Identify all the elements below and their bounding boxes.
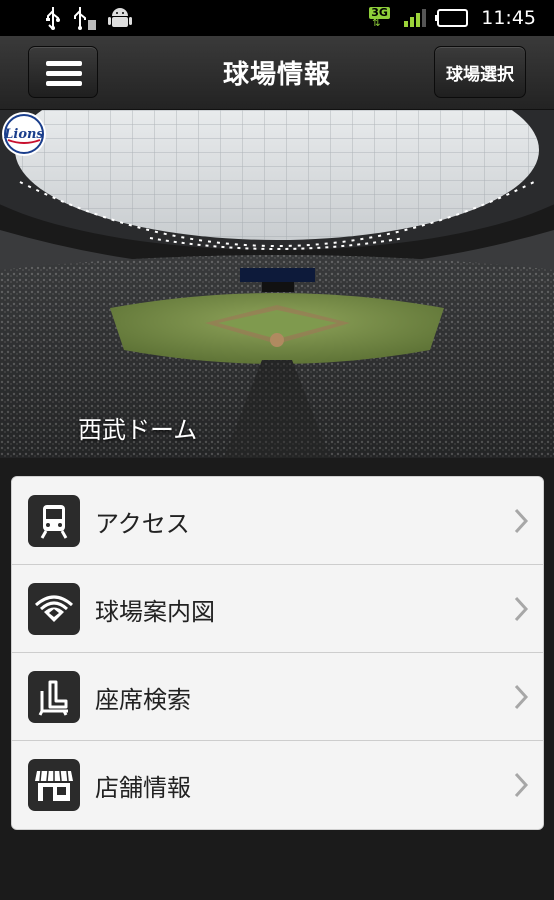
notification-icons <box>44 4 132 32</box>
stadium-menu-list: アクセス 球場案内図 座席検索 店舗情報 <box>11 476 544 830</box>
chevron-right-icon <box>514 684 529 710</box>
stadium-illustration <box>0 110 554 458</box>
status-bar: 3G ⇅ 11:45 <box>0 0 554 36</box>
seat-icon <box>28 671 80 723</box>
chevron-right-icon <box>514 596 529 622</box>
chevron-right-icon <box>514 508 529 534</box>
stadium-name: 西武ドーム <box>78 416 198 444</box>
network-3g-icon: 3G ⇅ <box>369 6 390 29</box>
list-item-label: 球場案内図 <box>95 598 215 626</box>
clock: 11:45 <box>481 7 536 29</box>
stadium-photo: Lions 西武ドーム <box>0 110 554 458</box>
usb-debug-icon <box>74 7 96 30</box>
battery-icon <box>435 9 469 27</box>
list-item-seat-search[interactable]: 座席検索 <box>12 653 543 741</box>
app-header: 球場情報 球場選択 <box>0 36 554 110</box>
system-icons: 3G ⇅ 11:45 <box>369 3 536 33</box>
list-item-access[interactable]: アクセス <box>12 477 543 565</box>
list-item-stadium-map[interactable]: 球場案内図 <box>12 565 543 653</box>
stadium-select-button[interactable]: 球場選択 <box>434 46 526 98</box>
list-item-label: 座席検索 <box>95 686 191 714</box>
list-item-shop-info[interactable]: 店舗情報 <box>12 741 543 829</box>
lions-logo-icon: Lions <box>2 112 46 156</box>
list-item-label: アクセス <box>95 510 190 538</box>
android-icon <box>108 8 132 27</box>
train-icon <box>28 495 80 547</box>
chevron-right-icon <box>514 772 529 798</box>
signal-icon <box>404 9 427 27</box>
stadium-map-icon <box>28 583 80 635</box>
usb-icon <box>46 7 60 30</box>
shop-icon <box>28 759 80 811</box>
list-item-label: 店舗情報 <box>95 774 191 802</box>
